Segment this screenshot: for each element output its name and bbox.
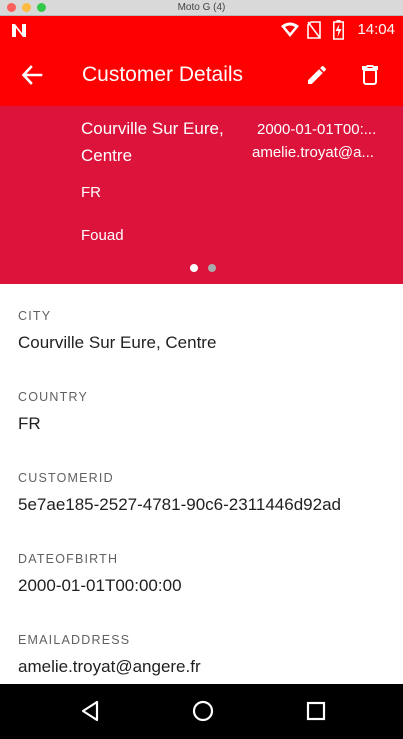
status-time: 14:04 (357, 21, 395, 38)
app-bar: Customer Details (0, 44, 403, 106)
summary-email: amelie.troyat@a... (252, 144, 374, 161)
customer-summary-card[interactable]: Courville Sur Eure, Centre FR Fouad 2000… (0, 106, 403, 284)
notification-n-icon (12, 24, 26, 37)
trash-icon[interactable] (358, 63, 382, 87)
arrow-back-icon[interactable] (21, 64, 43, 86)
customerid-value: 5e7ae185-2527-4781-90c6-2311446d92ad (18, 495, 341, 514)
pencil-icon[interactable] (305, 63, 329, 87)
battery-charging-icon (333, 20, 344, 40)
country-value: FR (18, 414, 41, 433)
navigation-bar (0, 684, 403, 739)
summary-city-line1: Courville Sur Eure, (81, 119, 224, 138)
country-label: COUNTRY (18, 390, 88, 404)
page-dot-inactive[interactable] (208, 264, 216, 272)
city-label: CITY (18, 309, 52, 323)
wifi-icon (281, 22, 299, 37)
square-recents-icon[interactable] (306, 701, 326, 721)
circle-home-icon[interactable] (192, 700, 214, 722)
triangle-back-icon[interactable] (80, 700, 100, 722)
summary-dob: 2000-01-01T00:... (257, 121, 377, 138)
status-bar: 14:04 (0, 16, 403, 44)
customerid-label: CUSTOMERID (18, 471, 114, 485)
emulator-title-bar: Moto G (4) (0, 0, 403, 16)
summary-name: Fouad (81, 227, 124, 244)
no-sim-icon (307, 21, 321, 39)
emailaddress-label: EMAILADDRESS (18, 633, 131, 647)
window-title: Moto G (4) (177, 2, 226, 13)
page-dot-active[interactable] (190, 264, 198, 272)
dateofbirth-label: DATEOFBIRTH (18, 552, 119, 566)
page-title: Customer Details (82, 63, 244, 86)
emailaddress-value: amelie.troyat@angere.fr (18, 657, 201, 676)
dateofbirth-value: 2000-01-01T00:00:00 (18, 576, 182, 595)
summary-city-line2: Centre (81, 146, 133, 165)
summary-country: FR (81, 184, 101, 201)
city-value: Courville Sur Eure, Centre (18, 333, 217, 352)
